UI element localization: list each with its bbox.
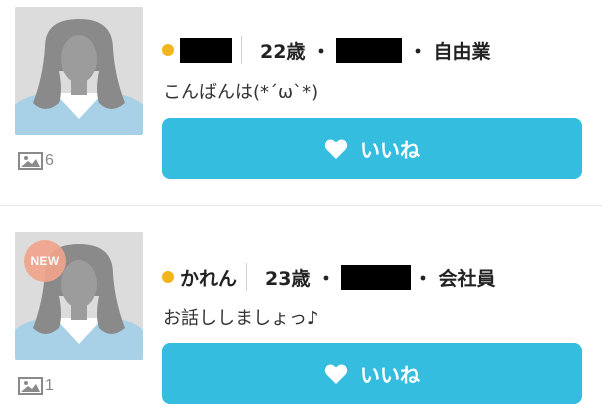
heart-icon xyxy=(324,364,348,384)
divider xyxy=(241,36,242,64)
profile-info: かれん 23歳 ・ ・ 会社員 xyxy=(162,263,496,291)
profile-message: お話ししましょっ♪ xyxy=(163,308,319,329)
separator: ・ xyxy=(311,40,331,63)
new-badge: NEW xyxy=(24,240,66,282)
profile-info: 22歳 ・ ・ 自由業 xyxy=(162,36,491,64)
photo-count[interactable]: 1 xyxy=(18,377,54,395)
profile-message: こんばんは(*´ω`*) xyxy=(163,82,319,103)
occupation-label: 自由業 xyxy=(433,40,491,63)
redacted-name xyxy=(180,37,232,63)
online-status-dot xyxy=(162,44,174,56)
like-button[interactable]: いいね xyxy=(162,118,582,179)
separator: ・ xyxy=(413,267,433,290)
image-icon xyxy=(18,377,43,395)
profile-card[interactable]: NEW 1 かれん 23歳 ・ ・ 会社員 お話ししましょっ♪ いいね xyxy=(0,206,602,416)
avatar[interactable] xyxy=(15,7,143,135)
like-button-label: いいね xyxy=(360,363,420,387)
image-icon xyxy=(18,152,43,170)
divider xyxy=(246,263,248,291)
redacted-location xyxy=(336,37,403,63)
occupation-label: 会社員 xyxy=(438,267,496,290)
profile-card[interactable]: 6 22歳 ・ ・ 自由業 こんばんは(*´ω`*) いいね xyxy=(0,0,602,205)
photo-count-label: 6 xyxy=(45,152,54,169)
name-label: かれん xyxy=(180,267,238,290)
age-label: 22歳 xyxy=(260,40,306,63)
photo-count[interactable]: 6 xyxy=(18,152,54,170)
like-button-label: いいね xyxy=(360,138,420,162)
online-status-dot xyxy=(162,271,174,283)
age-label: 23歳 xyxy=(265,267,311,290)
separator: ・ xyxy=(408,40,428,63)
like-button[interactable]: いいね xyxy=(162,343,582,404)
photo-count-label: 1 xyxy=(45,377,54,394)
heart-icon xyxy=(324,139,348,159)
redacted-location xyxy=(341,264,412,290)
avatar-silhouette-icon xyxy=(15,7,143,135)
separator: ・ xyxy=(316,267,336,290)
